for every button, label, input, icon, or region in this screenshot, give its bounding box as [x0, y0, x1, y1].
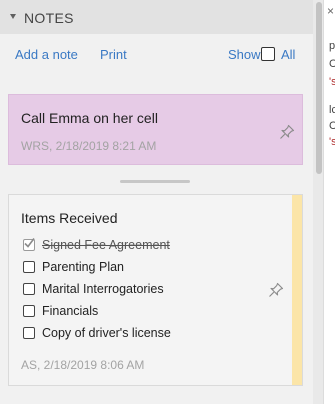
- note-meta: WRS, 2/18/2019 8:21 AM: [21, 139, 157, 153]
- close-icon[interactable]: ×: [327, 4, 334, 18]
- note-title: Items Received: [21, 210, 118, 226]
- note-card[interactable]: Call Emma on her cell WRS, 2/18/2019 8:2…: [8, 94, 303, 165]
- checklist-label: Parenting Plan: [42, 260, 125, 274]
- add-note-link[interactable]: Add a note: [15, 47, 78, 62]
- note-color-stripe: [292, 195, 302, 385]
- document-text-fragment: lc: [329, 104, 335, 116]
- checklist-checkbox[interactable]: [23, 238, 35, 251]
- pin-icon[interactable]: [267, 281, 285, 299]
- document-text-fragment: p: [329, 40, 335, 52]
- checklist-label: Marital Interrogatories: [42, 282, 164, 296]
- scrollbar-thumb[interactable]: [316, 2, 322, 174]
- notes-title: NOTES: [24, 10, 74, 26]
- checklist-checkbox[interactable]: [23, 283, 35, 295]
- checkmark-icon: [24, 238, 35, 248]
- show-label: Show: [228, 47, 261, 62]
- checklist-item[interactable]: Marital Interrogatories: [23, 281, 164, 297]
- print-link[interactable]: Print: [100, 47, 127, 62]
- checklist-item[interactable]: Parenting Plan: [23, 259, 124, 275]
- pin-icon[interactable]: [278, 123, 296, 141]
- notes-panel: NOTES Add a note Print Show All Call Emm…: [0, 0, 313, 404]
- checklist-checkbox[interactable]: [23, 327, 35, 339]
- checklist-item[interactable]: Copy of driver's license: [23, 325, 171, 341]
- document-text-fragment: 's: [329, 76, 335, 88]
- document-text-fragment: 's: [329, 136, 335, 148]
- checklist-item[interactable]: Financials: [23, 303, 98, 319]
- checklist-item[interactable]: Signed Fee Agreement: [23, 237, 170, 253]
- document-text-fragment: C: [329, 120, 335, 132]
- note-meta: AS, 2/18/2019 8:06 AM: [21, 358, 145, 372]
- checklist-label: Copy of driver's license: [42, 326, 171, 340]
- checklist-label: Financials: [42, 304, 99, 318]
- notes-header[interactable]: NOTES: [0, 0, 313, 34]
- checklist-checkbox[interactable]: [23, 261, 35, 273]
- show-all-checkbox[interactable]: [261, 47, 275, 61]
- all-label[interactable]: All: [281, 47, 295, 62]
- resize-handle[interactable]: [120, 180, 190, 183]
- collapse-caret-icon[interactable]: [10, 14, 16, 19]
- checklist-checkbox[interactable]: [23, 305, 35, 317]
- note-title: Call Emma on her cell: [21, 110, 158, 126]
- document-text-fragment: C: [329, 58, 335, 70]
- checklist-label: Signed Fee Agreement: [42, 238, 170, 252]
- adjacent-document-edge: × p C 's lc C 's: [323, 0, 335, 404]
- note-card[interactable]: Items Received Signed Fee Agreement Pare…: [8, 194, 303, 386]
